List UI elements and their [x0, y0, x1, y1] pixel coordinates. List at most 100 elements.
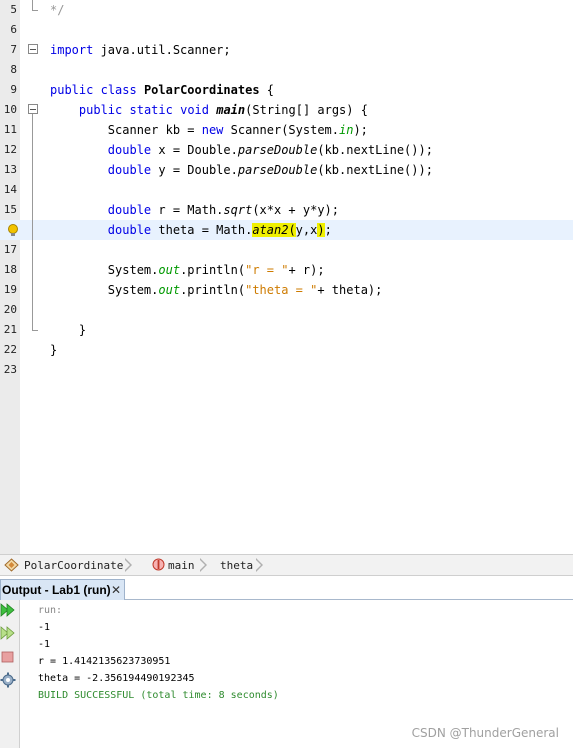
code-token: .println( [180, 283, 246, 297]
code-token: (x*x + y*y); [252, 203, 340, 217]
breadcrumb-item-variable[interactable]: theta [220, 555, 253, 576]
rerun-icon[interactable] [0, 602, 16, 618]
code-token: } [50, 323, 87, 337]
breadcrumb-separator [124, 558, 132, 572]
code-token: ; [324, 223, 332, 237]
code-token: ) [317, 223, 325, 237]
code-text: double r = Math.sqrt(x*x + y*y); [50, 200, 339, 220]
code-token: (kb.nextLine()); [317, 143, 433, 157]
code-token: ( [288, 223, 296, 237]
fold-end-marker [32, 330, 38, 331]
code-line[interactable]: double theta = Math.atan2(y,x); [0, 220, 573, 240]
code-text: public class PolarCoordinates { [50, 80, 274, 100]
breadcrumb-item-method[interactable]: main [168, 555, 195, 576]
line-number: 5 [10, 3, 17, 16]
stop-icon[interactable] [0, 649, 16, 665]
code-token: + r); [288, 263, 325, 277]
code-text: double theta = Math.atan2(y,x); [50, 220, 332, 240]
line-number: 11 [3, 123, 17, 136]
settings-icon[interactable] [0, 672, 16, 688]
code-line[interactable]: 5 */ [0, 0, 573, 20]
tab-title: Output - Lab1 (run) [2, 583, 111, 597]
line-number: 19 [3, 283, 17, 296]
lightbulb-icon[interactable] [8, 224, 18, 236]
code-text: } [50, 320, 86, 340]
code-token: Scanner(System. [223, 123, 339, 137]
code-line[interactable]: 7 import java.util.Scanner; [0, 40, 573, 60]
tab-output-lab1[interactable]: Output - Lab1 (run) ✕ [0, 579, 125, 600]
line-number: 15 [3, 203, 17, 216]
line-number: 8 [10, 63, 17, 76]
rerun-with-options-icon[interactable] [0, 625, 16, 641]
breadcrumb-item-class[interactable]: PolarCoordinates [24, 555, 130, 576]
console-line: run: [38, 605, 63, 616]
code-token: double [107, 143, 152, 157]
line-number: 23 [3, 363, 17, 376]
code-token: "theta = " [245, 283, 318, 297]
code-token: ); [353, 123, 368, 137]
breadcrumb: PolarCoordinates main theta [0, 554, 573, 576]
console-line-build-status: BUILD SUCCESSFUL (total time: 8 seconds) [38, 690, 279, 701]
console-line: -1 [38, 639, 51, 650]
code-token: r = Math. [151, 203, 224, 217]
code-line[interactable]: 23 [0, 360, 573, 380]
code-token: main [216, 103, 246, 117]
fold-toggle-icon[interactable] [28, 104, 38, 114]
code-token: "r = " [245, 263, 289, 277]
code-token: } [50, 343, 58, 357]
code-editor[interactable]: 5 */ 6 7 import java.util.Scanner; 8 9 public c… [0, 0, 573, 554]
code-line[interactable]: 19 System.out.println("theta = "+ theta)… [0, 280, 573, 300]
code-line[interactable]: 15 double r = Math.sqrt(x*x + y*y); [0, 200, 573, 220]
code-text: import java.util.Scanner; [50, 40, 231, 60]
code-token: static [129, 103, 173, 117]
line-number: 21 [3, 323, 17, 336]
code-line[interactable]: 8 [0, 60, 573, 80]
code-line[interactable]: 10 public static void main(String[] args… [0, 100, 573, 120]
code-line[interactable]: 13 double y = Double.parseDouble(kb.next… [0, 160, 573, 180]
code-line[interactable]: 21 } [0, 320, 573, 340]
fold-toggle-icon[interactable] [28, 44, 38, 54]
watermark-text: CSDN @ThunderGeneral [411, 726, 559, 740]
code-line[interactable]: 9 public class PolarCoordinates { [0, 80, 573, 100]
code-text: */ [50, 0, 64, 20]
line-number: 7 [10, 43, 17, 56]
console-line: r = 1.4142135623730951 [38, 656, 171, 667]
code-text: System.out.println("theta = "+ theta); [50, 280, 383, 300]
code-token: out [158, 263, 181, 277]
code-text: public static void main(String[] args) { [50, 100, 368, 120]
code-token: parseDouble [237, 143, 318, 157]
code-line[interactable]: 20 [0, 300, 573, 320]
fold-end-marker [32, 10, 38, 11]
code-line[interactable]: 11 Scanner kb = new Scanner(System.in); [0, 120, 573, 140]
line-number: 10 [3, 103, 17, 116]
line-number: 18 [3, 263, 17, 276]
breadcrumb-separator [199, 558, 207, 572]
code-token: out [158, 283, 181, 297]
code-line[interactable]: 6 [0, 20, 573, 40]
code-line[interactable]: 22} [0, 340, 573, 360]
code-token: class [100, 83, 137, 97]
code-token: new [201, 123, 224, 137]
code-line[interactable]: 14 [0, 180, 573, 200]
code-line[interactable]: 12 double x = Double.parseDouble(kb.next… [0, 140, 573, 160]
code-token: + theta); [317, 283, 383, 297]
line-number: 20 [3, 303, 17, 316]
code-line[interactable]: 17 [0, 240, 573, 260]
code-token: System. [50, 283, 159, 297]
code-token: y = Double. [151, 163, 238, 177]
code-token: (kb.nextLine()); [317, 163, 433, 177]
close-icon[interactable]: ✕ [111, 580, 121, 600]
code-line[interactable]: 18 System.out.println("r = "+ r); [0, 260, 573, 280]
line-number: 12 [3, 143, 17, 156]
code-token: double [107, 163, 152, 177]
code-text: double x = Double.parseDouble(kb.nextLin… [50, 140, 433, 160]
